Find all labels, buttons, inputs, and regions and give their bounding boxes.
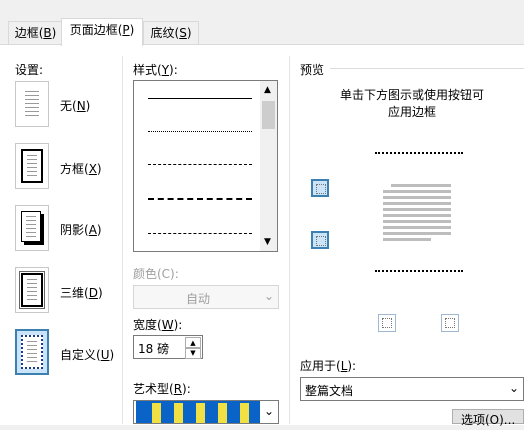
tab-strip: 边框(B) 页面边框(P) 底纹(S) [0, 0, 524, 46]
preview-text-line [383, 220, 451, 223]
setting-custom-icon[interactable] [15, 329, 49, 375]
style-list[interactable]: ▲ ▼ [133, 80, 278, 252]
preview-rule [330, 68, 524, 69]
tab-page-border[interactable]: 页面边框(P) [61, 18, 143, 46]
preview-page[interactable] [363, 146, 473, 276]
bottom-art-border [375, 260, 463, 272]
apply-to-value: 整篇文档 [305, 384, 354, 398]
width-input[interactable]: 18 磅 ▲ ▼ [133, 335, 203, 359]
setting-none-label[interactable]: 无(N) [60, 97, 90, 114]
left-border-button[interactable] [378, 314, 396, 332]
style-dash-short[interactable] [148, 164, 252, 166]
style-dash[interactable] [148, 198, 252, 201]
apply-to-label: 应用于(L): [300, 359, 357, 373]
art-label: 艺术型(R): [133, 382, 191, 396]
top-art-border [375, 152, 463, 164]
setting-none-icon[interactable] [15, 81, 49, 127]
art-figure-icon [196, 403, 205, 423]
color-label: 颜色(C): [133, 267, 179, 281]
divider [289, 56, 290, 424]
divider [122, 56, 123, 424]
preview-text-line [391, 184, 451, 187]
style-title: 样式(Y): [133, 63, 178, 77]
chevron-down-icon: ⌄ [263, 289, 274, 303]
style-dash-dot[interactable] [148, 233, 252, 235]
settings-title: 设置: [15, 63, 44, 77]
setting-shadow-label[interactable]: 阴影(A) [60, 221, 102, 238]
preview-text-line [383, 190, 451, 193]
top-border-button[interactable] [311, 179, 329, 197]
preview-hint-line2: 应用边框 [387, 105, 436, 119]
right-border-button[interactable] [441, 314, 459, 332]
art-figure-icon [174, 403, 183, 423]
style-dotted[interactable] [148, 131, 252, 133]
tab-borders[interactable]: 边框(B) [8, 21, 63, 44]
preview-title: 预览 [300, 63, 325, 77]
preview-text-line [383, 238, 431, 241]
chevron-down-icon: ⌄ [508, 381, 519, 395]
setting-shadow-icon[interactable] [15, 205, 49, 251]
setting-3d-label[interactable]: 三维(D) [60, 284, 103, 301]
setting-box-label[interactable]: 方框(X) [60, 160, 102, 177]
preview-text-line [383, 208, 451, 211]
preview-text-line [383, 196, 451, 199]
chevron-down-icon: ⌄ [263, 404, 274, 418]
setting-custom-label[interactable]: 自定义(U) [60, 346, 114, 363]
preview-text-line [383, 226, 451, 229]
art-figure-icon [218, 403, 227, 423]
preview-text-line [383, 202, 451, 205]
scroll-thumb[interactable] [262, 101, 275, 129]
color-dropdown[interactable]: 自动 ⌄ [133, 285, 279, 309]
apply-to-dropdown[interactable]: 整篇文档 ⌄ [300, 377, 524, 401]
scroll-up-icon[interactable]: ▲ [264, 85, 271, 95]
spin-down-icon[interactable]: ▼ [185, 347, 201, 359]
scroll-down-icon[interactable]: ▼ [264, 237, 271, 247]
preview-text-line [383, 214, 451, 217]
preview-hint-line1: 单击下方图示或使用按钮可 [339, 88, 484, 102]
style-scrollbar[interactable]: ▲ ▼ [260, 81, 277, 251]
preview-text-line [383, 232, 451, 235]
art-figure-icon [152, 403, 161, 423]
setting-3d-icon[interactable] [15, 267, 49, 313]
color-value: 自动 [185, 292, 210, 306]
width-label: 宽度(W): [133, 318, 183, 332]
options-button[interactable]: 选项(O)... [452, 409, 524, 427]
bottom-border-button[interactable] [311, 231, 329, 249]
tab-shading[interactable]: 底纹(S) [143, 21, 199, 44]
setting-box-icon[interactable] [15, 143, 49, 189]
width-value: 18 磅 [138, 342, 170, 356]
art-figure-icon [240, 403, 249, 423]
style-solid[interactable] [148, 98, 252, 100]
art-dropdown[interactable]: ⌄ [133, 400, 279, 424]
